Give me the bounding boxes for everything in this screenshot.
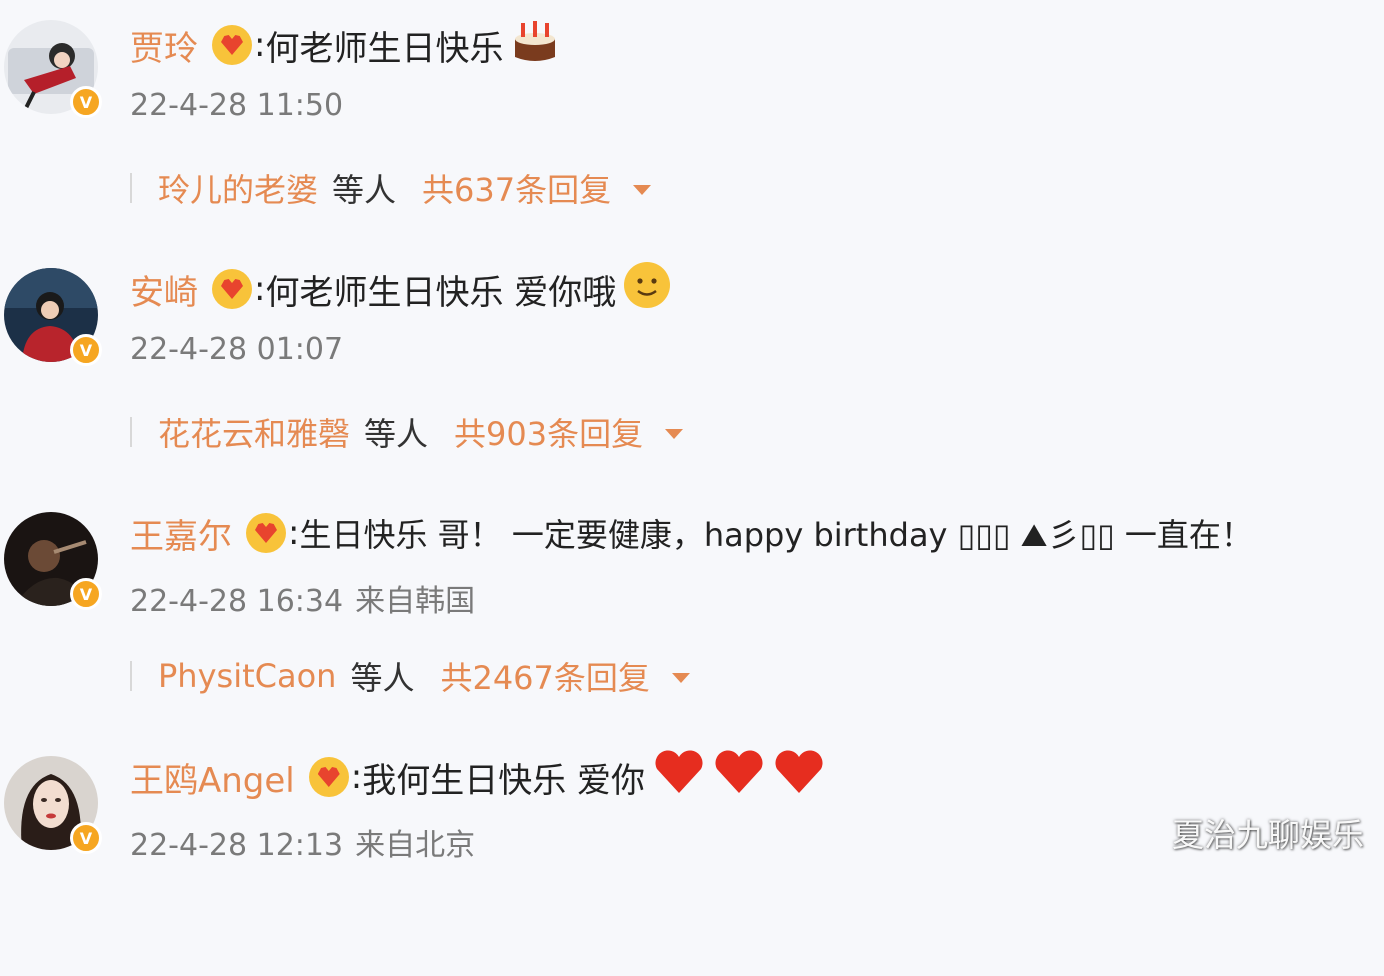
expand-caret-icon[interactable] xyxy=(671,673,690,683)
comment-meta: 22-4-28 11:50 xyxy=(130,88,355,123)
fan-badge-icon xyxy=(308,757,349,797)
comment-content: 贾玲 : 何老师生日快乐 xyxy=(130,20,561,70)
username[interactable]: 王嘉尔 xyxy=(130,509,232,558)
expand-caret-icon[interactable] xyxy=(633,185,652,195)
colon: : xyxy=(350,757,363,797)
comment-text: 我何生日快乐 爱你 xyxy=(362,760,646,801)
comment-item: V 安崎 : 何老师生日快乐 爱你哦 22-4-28 01:07 花花云和雅磬 … xyxy=(0,244,1384,488)
colon: : xyxy=(254,269,266,309)
colon: : xyxy=(288,513,300,553)
comment-meta: 22-4-28 01:07 xyxy=(130,332,355,367)
username[interactable]: 贾玲 xyxy=(130,21,198,70)
reply-divider xyxy=(130,417,132,447)
reply-divider xyxy=(130,173,132,203)
avatar[interactable]: V xyxy=(4,20,102,118)
comment-content: 王嘉尔 : 生日快乐 哥！ 一定要健康，happy birthday ▯▯▯ ⛰… xyxy=(130,508,1253,558)
username[interactable]: 王鸥Angel xyxy=(130,753,295,802)
verified-icon: V xyxy=(70,334,102,366)
cake-emoji-icon xyxy=(509,17,561,74)
verified-icon: V xyxy=(70,86,102,118)
verified-icon: V xyxy=(70,578,102,610)
timestamp: 22-4-28 16:34 xyxy=(130,584,344,619)
reply-divider xyxy=(130,661,132,691)
comment-content: 王鸥Angel : 我何生日快乐 爱你 xyxy=(130,749,827,802)
avatar[interactable]: V xyxy=(4,268,102,366)
reply-summary[interactable]: 玲儿的老婆 等人 共637条回复 xyxy=(130,163,652,213)
fan-badge-icon xyxy=(246,513,286,553)
reply-etc: 等人 xyxy=(364,415,429,453)
comment-item: V 贾玲 : 何老师生日快乐 22-4-28 11:50 玲儿的老婆 等人 共6… xyxy=(0,0,1384,244)
comment-text: 生日快乐 哥！ 一定要健康，happy birthday ▯▯▯ ⛰彡▯▯ 一直… xyxy=(299,516,1253,554)
comment-meta: 22-4-28 12:13 来自北京 xyxy=(130,820,475,864)
watermark: 夏治九聊娱乐 xyxy=(1171,816,1364,854)
avatar[interactable]: V xyxy=(4,756,102,854)
comment-meta: 22-4-28 16:34 来自韩国 xyxy=(130,576,475,620)
comment-text: 何老师生日快乐 爱你哦 xyxy=(265,272,617,313)
reply-count-link[interactable]: 共637条回复 xyxy=(422,165,611,211)
reply-etc: 等人 xyxy=(350,659,415,697)
reply-users[interactable]: PhysitCaon xyxy=(158,657,336,695)
reply-count-link[interactable]: 共2467条回复 xyxy=(440,653,649,699)
avatar[interactable]: V xyxy=(4,512,102,610)
comment-item: V 王嘉尔 : 生日快乐 哥！ 一定要健康，happy birthday ▯▯▯… xyxy=(0,488,1384,732)
location: 来自北京 xyxy=(355,828,476,863)
fan-badge-icon xyxy=(212,25,252,65)
colon: : xyxy=(254,25,266,65)
timestamp: 22-4-28 01:07 xyxy=(130,332,344,367)
username[interactable]: 安崎 xyxy=(130,265,198,314)
reply-users[interactable]: 玲儿的老婆 xyxy=(158,165,318,211)
reply-etc: 等人 xyxy=(332,171,397,209)
reply-users[interactable]: 花花云和雅磬 xyxy=(158,409,350,455)
hearts-emoji-icon xyxy=(651,749,827,806)
reply-summary[interactable]: PhysitCaon 等人 共2467条回复 xyxy=(130,651,690,701)
verified-icon: V xyxy=(70,822,102,854)
smile-emoji-icon xyxy=(622,260,672,319)
location: 来自韩国 xyxy=(355,584,476,619)
reply-count-link[interactable]: 共903条回复 xyxy=(454,409,643,455)
timestamp: 22-4-28 11:50 xyxy=(130,88,344,123)
comment-content: 安崎 : 何老师生日快乐 爱你哦 xyxy=(130,261,672,314)
expand-caret-icon[interactable] xyxy=(665,429,684,439)
fan-badge-icon xyxy=(212,269,252,309)
comment-text: 何老师生日快乐 xyxy=(265,28,504,69)
reply-summary[interactable]: 花花云和雅磬 等人 共903条回复 xyxy=(130,407,684,457)
timestamp: 22-4-28 12:13 xyxy=(130,828,344,863)
